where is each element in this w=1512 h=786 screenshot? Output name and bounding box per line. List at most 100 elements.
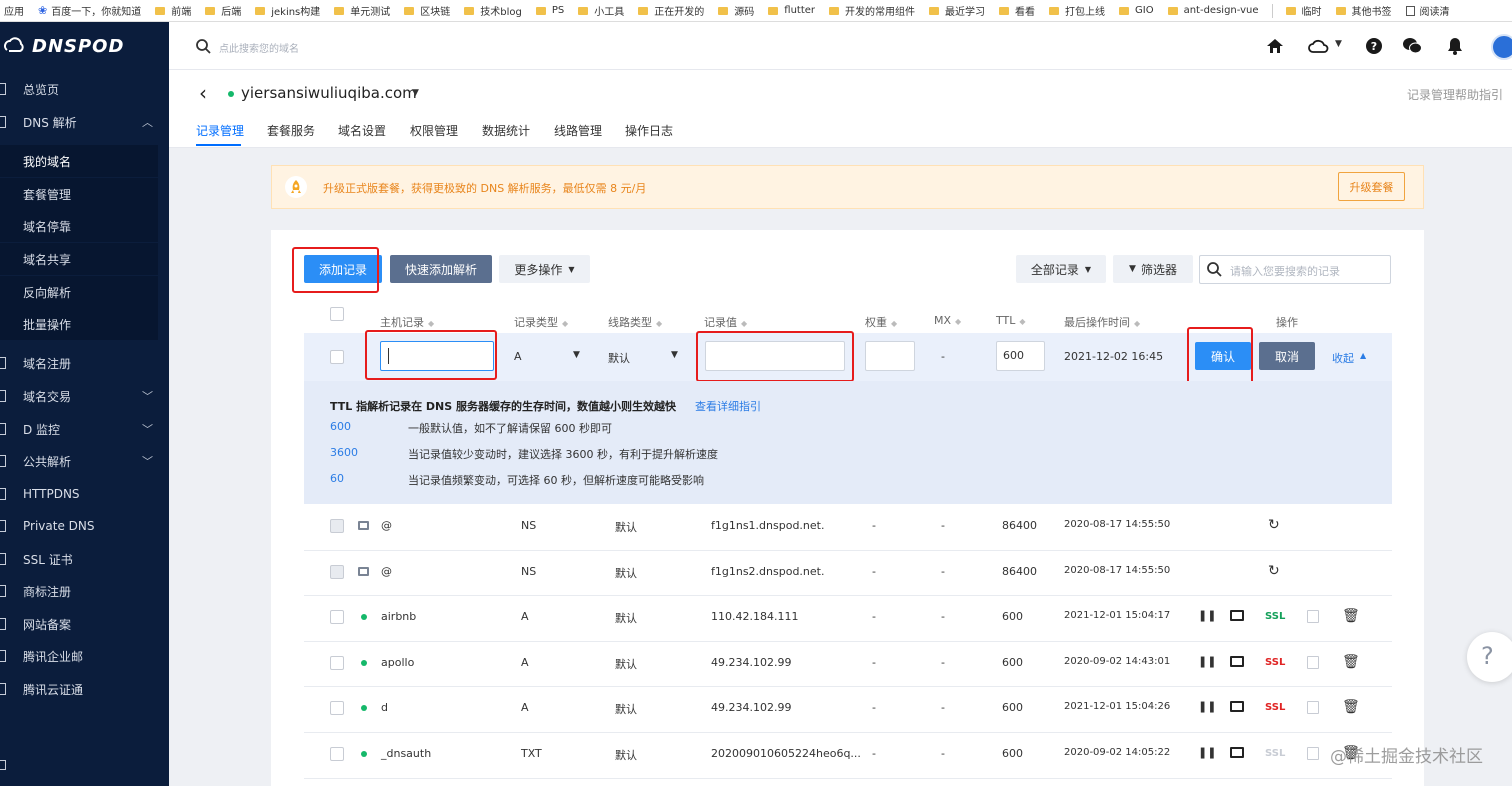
chevron-up-icon[interactable]: ▲ bbox=[1360, 351, 1366, 360]
menu-collapse-icon[interactable] bbox=[0, 760, 6, 770]
avatar[interactable] bbox=[1491, 34, 1512, 60]
help-guide-link[interactable]: 记录管理帮助指引 bbox=[1407, 86, 1503, 103]
bell-icon[interactable] bbox=[1447, 37, 1463, 55]
bookmark-baidu[interactable]: ❀ 百度一下，你就知道 bbox=[31, 3, 148, 18]
chevron-down-icon[interactable]: ▼ bbox=[671, 350, 678, 360]
sidebar-item[interactable]: 套餐管理 bbox=[0, 178, 158, 210]
pause-icon[interactable]: ❚❚ bbox=[1198, 700, 1216, 713]
logo[interactable]: DNSPOD bbox=[0, 22, 169, 70]
tab-4[interactable]: 数据统计 bbox=[482, 122, 530, 139]
bookmark-folder[interactable]: 小工具 bbox=[571, 3, 631, 18]
delete-icon[interactable]: 🗑 bbox=[1342, 608, 1360, 624]
sidebar-item[interactable]: 域名注册 bbox=[0, 347, 169, 379]
sidebar-item[interactable]: 域名交易 ﹀ bbox=[0, 380, 169, 412]
sort-icon[interactable]: ◆ bbox=[891, 319, 897, 328]
tab-3[interactable]: 权限管理 bbox=[410, 122, 458, 139]
bookmark-folder[interactable]: 技术blog bbox=[457, 3, 529, 18]
column-header[interactable]: 记录值 ◆ bbox=[704, 314, 747, 330]
chevron-down-icon[interactable]: ﹀ bbox=[142, 421, 153, 437]
ttl-input[interactable]: 600 bbox=[996, 341, 1045, 371]
column-header[interactable]: 最后操作时间 ◆ bbox=[1064, 314, 1140, 330]
pause-icon[interactable]: ❚❚ bbox=[1198, 746, 1216, 759]
tab-6[interactable]: 操作日志 bbox=[625, 122, 673, 139]
ssl-badge[interactable]: SSL bbox=[1265, 611, 1285, 622]
sidebar-item[interactable]: HTTPDNS bbox=[0, 478, 169, 510]
pause-icon[interactable]: ❚❚ bbox=[1198, 655, 1216, 668]
sidebar-item[interactable]: 反向解析 bbox=[0, 276, 158, 308]
ssl-badge[interactable]: SSL bbox=[1265, 657, 1285, 668]
row-checkbox[interactable] bbox=[330, 655, 344, 670]
bookmark-folder[interactable]: 打包上线 bbox=[1042, 3, 1112, 18]
bookmark-folder[interactable]: PS bbox=[529, 5, 571, 16]
wechat-icon[interactable] bbox=[1402, 37, 1422, 55]
row-checkbox[interactable] bbox=[330, 701, 344, 716]
weight-input[interactable] bbox=[865, 341, 915, 371]
column-header[interactable]: 记录类型 ◆ bbox=[514, 314, 568, 330]
column-header[interactable]: TTL ◆ bbox=[996, 314, 1026, 327]
monitor-icon[interactable] bbox=[1230, 655, 1244, 667]
cancel-button[interactable]: 取消 bbox=[1259, 342, 1315, 370]
line-select[interactable]: 默认 bbox=[608, 350, 630, 366]
ssl-badge[interactable]: SSL bbox=[1265, 748, 1285, 759]
domain-search-input[interactable]: 点此搜索您的域名 bbox=[219, 40, 299, 55]
bookmark-folder[interactable]: 前端 bbox=[148, 3, 198, 18]
bookmark-folder[interactable]: 正在开发的 bbox=[631, 3, 711, 18]
bookmark-folder[interactable]: 其他书签 bbox=[1329, 3, 1399, 18]
chevron-up-icon[interactable]: ︿ bbox=[142, 114, 153, 130]
filter-button[interactable]: ▼ 筛选器 bbox=[1113, 255, 1193, 283]
tab-0[interactable]: 记录管理 bbox=[196, 122, 244, 139]
sort-icon[interactable]: ◆ bbox=[1019, 317, 1025, 326]
sidebar-item[interactable]: DNS 解析 ︿ bbox=[0, 106, 169, 138]
pause-icon[interactable]: ❚❚ bbox=[1198, 609, 1216, 622]
column-header[interactable]: 权重 ◆ bbox=[865, 314, 897, 330]
sidebar-item[interactable]: 公共解析 ﹀ bbox=[0, 445, 169, 477]
sort-icon[interactable]: ◆ bbox=[428, 319, 434, 328]
bookmark-folder[interactable]: 单元测试 bbox=[327, 3, 397, 18]
monitor-icon[interactable] bbox=[1230, 610, 1244, 622]
sidebar-item[interactable]: 我的域名 bbox=[0, 145, 158, 177]
bookmark-folder[interactable]: jekins构建 bbox=[248, 3, 327, 18]
collapse-link[interactable]: 收起 bbox=[1332, 350, 1354, 366]
refresh-icon[interactable]: ↻ bbox=[1268, 517, 1280, 533]
chevron-down-icon[interactable]: ▼ bbox=[573, 350, 580, 360]
monitor-icon[interactable] bbox=[1230, 747, 1244, 758]
cloud-icon[interactable] bbox=[1308, 38, 1330, 54]
bookmark-folder[interactable]: 区块链 bbox=[397, 3, 457, 18]
tab-5[interactable]: 线路管理 bbox=[554, 122, 602, 139]
upgrade-button[interactable]: 升级套餐 bbox=[1338, 172, 1405, 201]
bookmark-folder[interactable]: 临时 bbox=[1279, 3, 1329, 18]
sort-icon[interactable]: ◆ bbox=[1134, 319, 1140, 328]
sidebar-item[interactable]: 域名共享 bbox=[0, 243, 158, 275]
bookmark-folder[interactable]: flutter bbox=[761, 5, 822, 16]
column-header[interactable]: MX ◆ bbox=[934, 314, 961, 327]
sidebar-item[interactable]: D 监控 ﹀ bbox=[0, 413, 169, 445]
sidebar-item[interactable]: 商标注册 bbox=[0, 575, 169, 607]
all-records-select[interactable]: 全部记录 ▼ bbox=[1016, 255, 1106, 283]
row-checkbox[interactable] bbox=[330, 747, 344, 761]
sort-icon[interactable]: ◆ bbox=[562, 319, 568, 328]
bookmark-folder[interactable]: ant-design-vue bbox=[1161, 5, 1266, 16]
chevron-down-icon[interactable]: ﹀ bbox=[142, 453, 153, 469]
quick-add-button[interactable]: 快速添加解析 bbox=[390, 255, 492, 283]
sort-icon[interactable]: ◆ bbox=[656, 319, 662, 328]
select-all-checkbox[interactable] bbox=[330, 307, 344, 321]
note-icon[interactable] bbox=[1307, 610, 1319, 624]
delete-icon[interactable]: 🗑 bbox=[1342, 654, 1360, 670]
ssl-badge[interactable]: SSL bbox=[1265, 702, 1285, 713]
column-header[interactable]: 主机记录 ◆ bbox=[380, 314, 434, 330]
type-select[interactable]: A bbox=[514, 350, 522, 363]
tab-1[interactable]: 套餐服务 bbox=[267, 122, 315, 139]
sidebar-item[interactable]: Private DNS bbox=[0, 510, 169, 542]
tab-2[interactable]: 域名设置 bbox=[338, 122, 386, 139]
note-icon[interactable] bbox=[1307, 747, 1319, 760]
sidebar-item[interactable]: 腾讯企业邮 bbox=[0, 640, 169, 672]
sidebar-item[interactable]: 总览页 bbox=[0, 73, 169, 105]
more-ops-button[interactable]: 更多操作 ▼ bbox=[499, 255, 590, 283]
bookmark-folder[interactable]: 开发的常用组件 bbox=[822, 3, 922, 18]
help-icon[interactable]: ? bbox=[1366, 38, 1382, 54]
sidebar-item[interactable]: SSL 证书 bbox=[0, 543, 169, 575]
bookmark-folder[interactable]: 最近学习 bbox=[922, 3, 992, 18]
chevron-down-icon[interactable]: ﹀ bbox=[142, 388, 153, 404]
refresh-icon[interactable]: ↻ bbox=[1268, 563, 1280, 579]
chevron-down-icon[interactable]: ▼ bbox=[1335, 39, 1342, 49]
